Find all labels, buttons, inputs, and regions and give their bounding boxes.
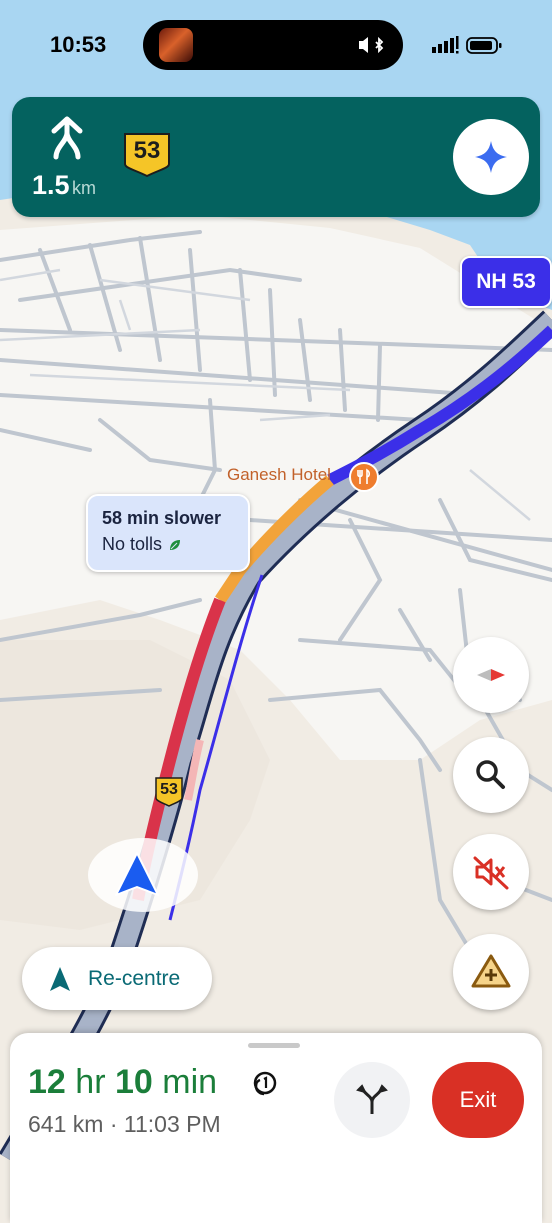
restaurant-icon[interactable] — [349, 462, 379, 492]
recentre-button[interactable]: Re-centre — [22, 947, 212, 1010]
compass-button[interactable] — [453, 637, 529, 713]
highway-label[interactable]: NH 53 — [460, 256, 552, 308]
report-incident-button[interactable] — [453, 934, 529, 1010]
poi-label[interactable]: Ganesh Hotel — [227, 465, 331, 485]
callout-tolls: No tolls — [102, 534, 182, 555]
route-shield-small-label: 53 — [160, 781, 178, 798]
toll-coin-icon — [253, 1071, 277, 1096]
status-bar: 10:53 — [0, 0, 552, 90]
recentre-label: Re-centre — [88, 967, 181, 990]
sound-off-icon — [473, 856, 509, 890]
assistant-button[interactable] — [453, 119, 529, 195]
now-playing-thumbnail — [159, 28, 193, 62]
route-shield-label: 53 — [133, 137, 161, 164]
search-button[interactable] — [453, 737, 529, 813]
merge-icon — [51, 116, 83, 160]
eta-duration: 12 hr 10 min — [28, 1063, 218, 1101]
exit-navigation-button[interactable]: Exit — [432, 1062, 524, 1138]
alternate-routes-button[interactable] — [334, 1062, 410, 1138]
fork-routes-icon — [356, 1084, 388, 1114]
sheet-drag-handle[interactable] — [248, 1043, 300, 1048]
callout-tolls-text: No tolls — [102, 534, 163, 554]
maneuver-distance-unit: km — [72, 178, 96, 198]
search-icon — [476, 760, 505, 789]
maneuver-distance: 1.5 — [32, 170, 70, 200]
navigation-arrow-icon — [50, 967, 70, 991]
callout-delay: 58 min slower — [102, 508, 222, 528]
navigation-arrow-icon — [115, 852, 159, 896]
sparkle-icon — [475, 141, 507, 173]
status-time: 10:53 — [50, 32, 107, 57]
report-incident-icon — [471, 954, 511, 988]
alternate-route-callout[interactable]: 58 min slower No tolls — [86, 494, 250, 572]
mute-bluetooth-icons — [359, 36, 384, 54]
signal-battery-icons — [432, 36, 502, 54]
eco-leaf-icon — [170, 540, 181, 550]
trip-summary-sheet[interactable]: 12 hr 10 min 641 km · 11:03 PM Exit — [10, 1033, 542, 1223]
dynamic-island[interactable] — [143, 20, 403, 70]
trip-distance-arrival: 641 km · 11:03 PM — [28, 1111, 221, 1137]
mute-button[interactable] — [453, 834, 529, 910]
compass-icon — [477, 669, 505, 681]
